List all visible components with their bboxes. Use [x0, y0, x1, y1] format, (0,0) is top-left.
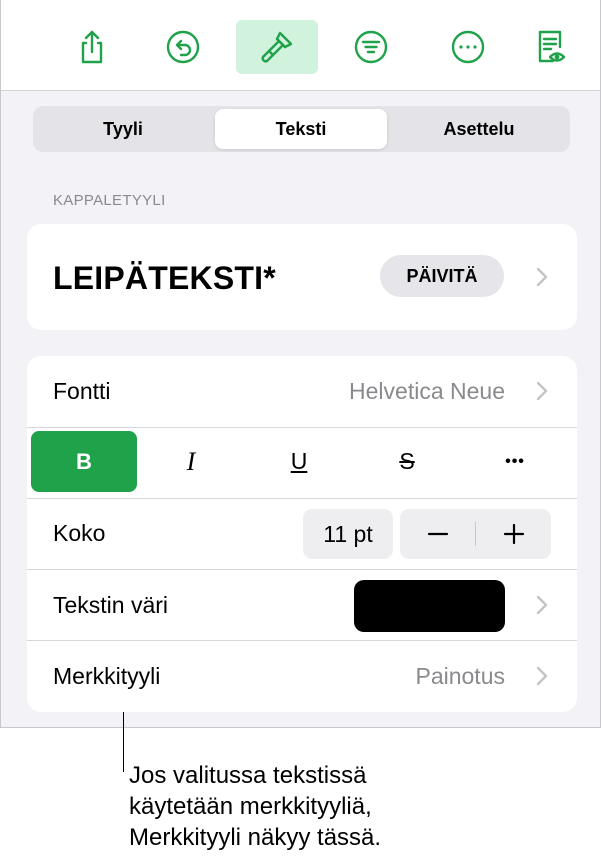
- format-brush-icon: [261, 31, 293, 63]
- document-view-icon: [538, 30, 566, 63]
- tab-asettelu[interactable]: Asettelu: [393, 109, 565, 149]
- chevron-right-icon: [535, 380, 549, 402]
- plus-icon: [503, 523, 524, 545]
- italic-button[interactable]: I: [151, 431, 231, 492]
- bold-button[interactable]: B: [31, 431, 137, 492]
- text-color-swatch[interactable]: [354, 580, 505, 632]
- chevron-right-icon: [535, 594, 549, 616]
- chevron-right-icon: [535, 665, 549, 687]
- format-panel: Tyyli Teksti Asettelu KAPPALETYYLI LEIPÄ…: [0, 0, 601, 728]
- strikethrough-button[interactable]: S: [367, 431, 447, 492]
- chevron-right-icon: [535, 266, 549, 288]
- tab-tyyli[interactable]: Tyyli: [37, 109, 209, 149]
- undo-button[interactable]: [142, 20, 224, 74]
- tab-teksti[interactable]: Teksti: [215, 109, 387, 149]
- callout-text: Jos valitussa tekstissä käytetään merkki…: [129, 760, 569, 853]
- share-button[interactable]: [51, 20, 133, 74]
- share-icon: [81, 30, 103, 64]
- format-button[interactable]: [236, 20, 318, 74]
- character-style-label: Merkkityyli: [53, 663, 161, 689]
- paragraph-style-section-label: KAPPALETYYLI: [53, 192, 166, 209]
- font-label: Fontti: [53, 378, 111, 404]
- font-row[interactable]: Fontti Helvetica Neue: [27, 356, 577, 427]
- toolbar: [1, 0, 600, 91]
- font-size-value[interactable]: 11 pt: [303, 509, 393, 559]
- font-value: Helvetica Neue: [349, 378, 505, 404]
- more-button[interactable]: [427, 20, 509, 74]
- callout-line-1: Jos valitussa tekstissä: [129, 762, 367, 789]
- underline-button[interactable]: U: [259, 431, 339, 492]
- paragraph-style-row[interactable]: LEIPÄTEKSTI* PÄIVITÄ: [27, 224, 577, 330]
- text-properties-card: Fontti Helvetica Neue B I U S ••• Koko 1…: [27, 356, 577, 712]
- filter-icon: [354, 30, 388, 64]
- size-label: Koko: [53, 520, 106, 546]
- text-color-label: Tekstin väri: [53, 592, 169, 618]
- increase-size-button[interactable]: [476, 509, 551, 559]
- character-style-value: Painotus: [415, 663, 505, 689]
- undo-icon: [166, 30, 200, 64]
- tab-segmented-control: Tyyli Teksti Asettelu: [33, 106, 570, 152]
- character-style-row[interactable]: Merkkityyli Painotus: [27, 641, 577, 712]
- more-formatting-button[interactable]: •••: [475, 431, 555, 492]
- view-options-button[interactable]: [509, 20, 591, 74]
- filter-button[interactable]: [330, 20, 412, 74]
- callout-line-2: käytetään merkkityyliä,: [129, 793, 372, 820]
- callout-line-3: Merkkityyli näkyy tässä.: [129, 824, 382, 851]
- paragraph-style-name: LEIPÄTEKSTI*: [53, 260, 276, 296]
- divider: [27, 498, 577, 499]
- decrease-size-button[interactable]: [400, 509, 475, 559]
- callout-line: [123, 712, 124, 772]
- update-style-button[interactable]: PÄIVITÄ: [380, 255, 504, 297]
- minus-icon: [427, 532, 448, 536]
- divider: [27, 427, 577, 428]
- font-size-stepper: [400, 509, 551, 559]
- more-icon: [451, 30, 485, 64]
